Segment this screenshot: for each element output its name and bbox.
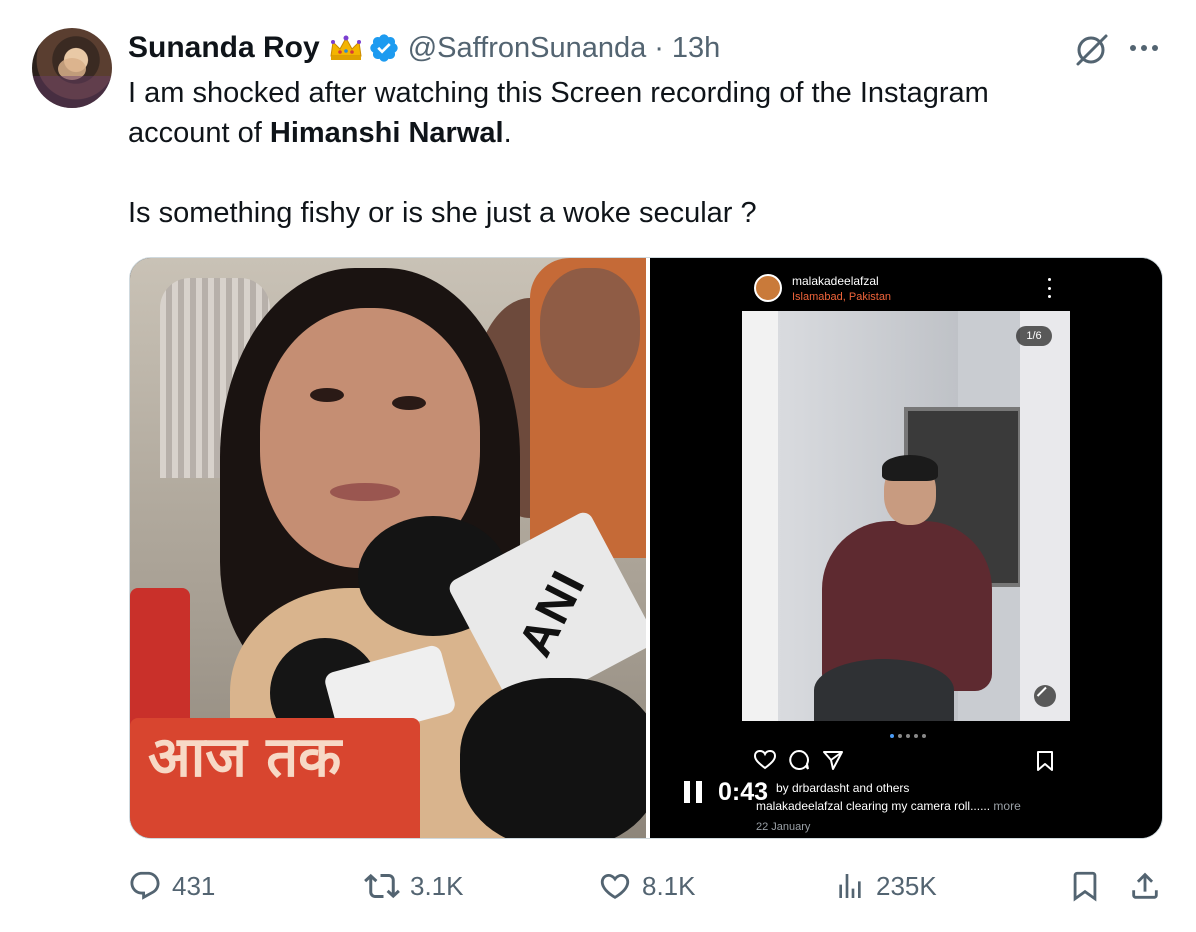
ig-comment-icon [789, 749, 809, 770]
ig-caption-user: malakadeelafzal [756, 799, 843, 813]
ig-post-date: 22 January [756, 821, 811, 833]
header-separator: · [654, 31, 664, 64]
ig-chair [814, 659, 954, 721]
views-count: 235K [876, 870, 937, 901]
verified-badge-icon [368, 32, 400, 64]
avatar-shade [32, 76, 112, 108]
ig-location: Islamabad, Pakistan [792, 291, 892, 303]
ig-more-icon [1046, 278, 1052, 298]
tweet-media[interactable]: ANI आज तक malakadeelafzal Islamabad, Pak… [129, 257, 1163, 839]
microphone-red [130, 588, 190, 738]
views-button[interactable]: 235K [834, 862, 937, 910]
ani-logo-text: ANI [508, 561, 596, 665]
eye-right [392, 396, 426, 410]
ig-caption-text: clearing my camera roll...... [842, 799, 991, 813]
heart-icon [600, 873, 630, 899]
ig-liked-by: by drbardasht and others [776, 781, 910, 795]
grok-icon[interactable] [1072, 30, 1112, 70]
tweet-text-bold-name: Himanshi Narwal [269, 117, 504, 149]
reply-button[interactable]: 431 [128, 862, 215, 910]
author-handle[interactable]: @SaffronSunanda [408, 32, 647, 65]
ig-carousel-dots [890, 734, 926, 738]
crown-emoji-icon [328, 34, 364, 62]
woman-lips [330, 483, 400, 501]
ig-slide-counter: 1/6 [1016, 326, 1052, 346]
views-bar-icon [839, 874, 861, 898]
ig-bookmark-icon [1034, 750, 1056, 772]
tweet-text-line3: Is something fishy or is she just a woke… [128, 197, 757, 229]
retweet-button[interactable]: 3.1K [364, 862, 464, 910]
share-icon [1132, 872, 1158, 899]
tweet-text-suffix: . [503, 117, 512, 149]
like-count: 8.1K [642, 870, 696, 901]
reply-icon [130, 871, 160, 900]
like-button[interactable]: 8.1K [598, 862, 696, 910]
author-avatar[interactable] [32, 28, 112, 108]
microphone-black-large [460, 678, 646, 838]
ig-caption: malakadeelafzal clearing my camera roll.… [756, 799, 1021, 813]
bookmark-icon [1073, 871, 1097, 902]
share-button[interactable] [1128, 862, 1162, 910]
reply-count: 431 [172, 870, 216, 901]
author-name[interactable]: Sunanda Roy [128, 31, 320, 65]
ig-mute-icon [1034, 685, 1056, 707]
tweet-text-line2: account of Himanshi Narwal. [128, 113, 512, 153]
tweet-text-line1: I am shocked after watching this Screen … [128, 77, 989, 109]
ig-heart-icon [754, 750, 776, 770]
tweet-time[interactable]: 13h [672, 32, 720, 65]
video-controls: 0:43 [684, 778, 768, 807]
ig-post-photo: 1/6 [742, 311, 1070, 721]
aajtak-logo-text: आज तक [148, 725, 342, 790]
ig-action-row [754, 748, 844, 772]
ig-caption-more: more [990, 799, 1021, 813]
retweet-icon [364, 873, 400, 899]
eye-left [310, 388, 344, 402]
ig-send-icon [823, 751, 843, 770]
more-icon[interactable] [1124, 34, 1164, 62]
media-right-video[interactable]: malakadeelafzal Islamabad, Pakistan 1/6 [650, 258, 1162, 838]
video-duration: 0:43 [718, 778, 769, 806]
media-left-photo[interactable]: ANI आज तक [130, 258, 646, 838]
tweet-actions: 431 3.1K 8.1K 235K [128, 862, 1164, 910]
tweet-text-prefix: account of [128, 117, 270, 149]
pause-icon[interactable] [684, 780, 704, 805]
retweet-count: 3.1K [410, 870, 464, 901]
bookmark-button[interactable] [1068, 862, 1102, 910]
ig-username: malakadeelafzal [792, 274, 879, 288]
tweet-header: Sunanda Roy @SaffronSunanda · 13h [128, 30, 720, 66]
ig-user-avatar [754, 274, 782, 302]
